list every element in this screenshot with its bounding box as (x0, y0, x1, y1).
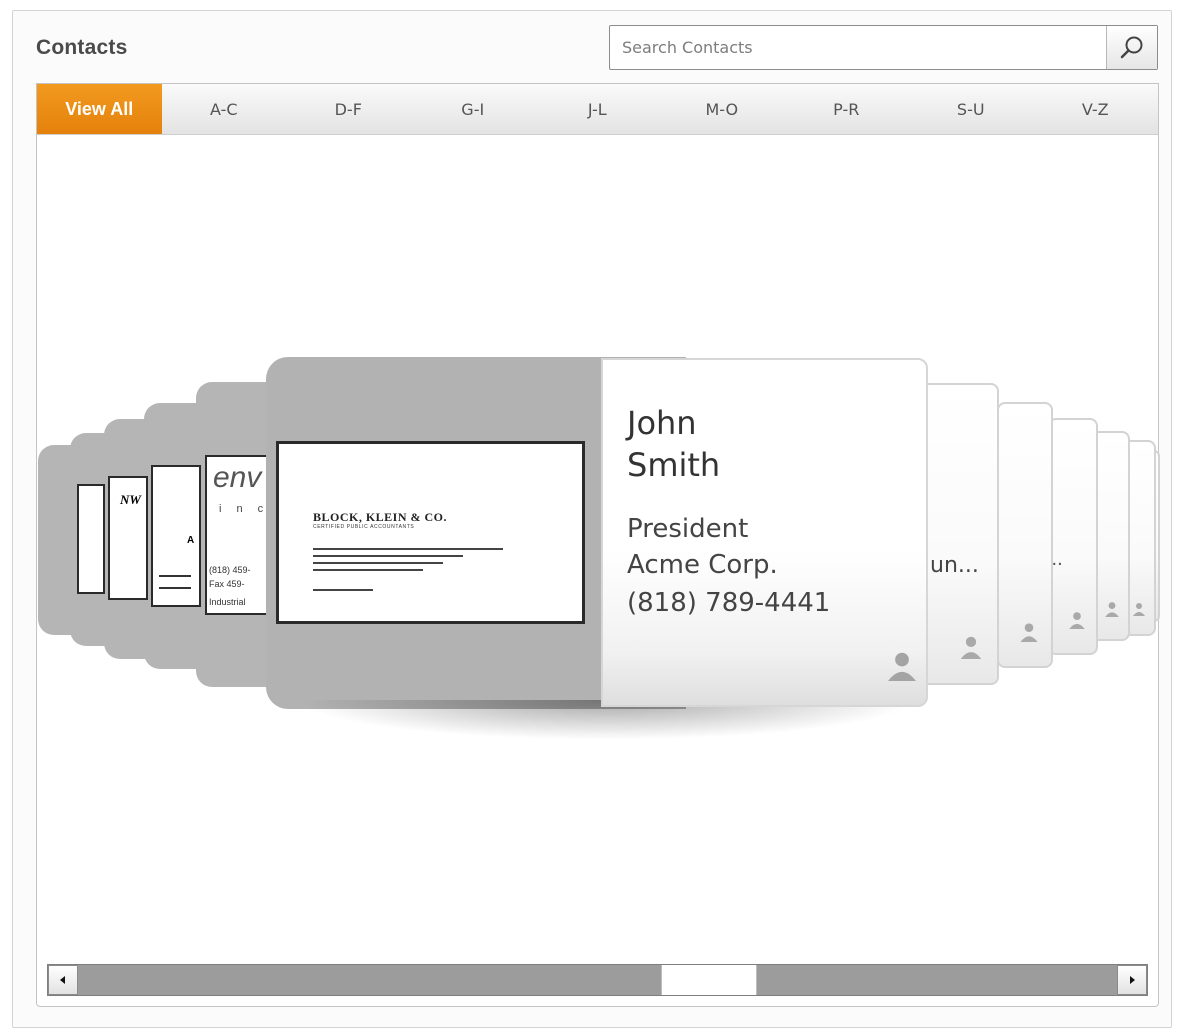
contact-card[interactable]: un... (918, 383, 999, 685)
contact-last-name: Smith (627, 446, 721, 484)
thumb-text: i n c (219, 503, 270, 515)
thumb-text: A (187, 535, 195, 546)
card-company-sub: CERTIFIED PUBLIC ACCOUNTANTS (313, 524, 415, 530)
contact-phone: (818) 789-4441 (627, 588, 831, 618)
contact-card[interactable]: ... (1046, 418, 1098, 655)
person-icon (888, 652, 916, 681)
card-address-lines (313, 548, 503, 591)
thumb-text: Industrial (209, 597, 246, 607)
coverflow: NW A env i n c (818) 459- Fax 459- Indus… (0, 0, 1182, 1034)
contact-card[interactable] (997, 402, 1053, 668)
nw-logo: NW (120, 492, 141, 507)
card-company-name: BLOCK, KLEIN & CO. (313, 510, 448, 524)
arrow-right-icon (1130, 976, 1135, 984)
thumb-text: Fax 459- (209, 579, 245, 589)
person-icon (1105, 602, 1119, 617)
person-icon (1133, 603, 1145, 616)
horizontal-scrollbar[interactable] (47, 964, 1148, 996)
business-card-thumb[interactable] (77, 484, 105, 594)
business-card-image[interactable]: BLOCK, KLEIN & CO. CERTIFIED PUBLIC ACCO… (276, 441, 585, 624)
thumb-text-lines (159, 575, 191, 589)
scroll-right-button[interactable] (1117, 965, 1147, 995)
contact-title: President (627, 514, 749, 544)
contact-company: Acme Corp. (627, 550, 778, 580)
business-card-thumb[interactable]: A (151, 465, 201, 607)
scroll-thumb[interactable] (661, 965, 757, 995)
business-card-thumb[interactable]: env i n c (818) 459- Fax 459- Industrial (205, 455, 275, 615)
person-icon (960, 636, 982, 659)
featured-contact-info[interactable]: John Smith President Acme Corp. (818) 78… (601, 358, 928, 707)
person-icon (1069, 612, 1085, 629)
arrow-left-icon (60, 976, 65, 984)
contact-snippet: un... (930, 553, 979, 578)
scroll-left-button[interactable] (48, 965, 78, 995)
thumb-text: (818) 459- (209, 565, 251, 575)
business-card-thumb[interactable]: NW (108, 476, 148, 600)
person-icon (1020, 623, 1038, 642)
env-logo: env (213, 461, 262, 494)
contact-first-name: John (627, 404, 697, 442)
